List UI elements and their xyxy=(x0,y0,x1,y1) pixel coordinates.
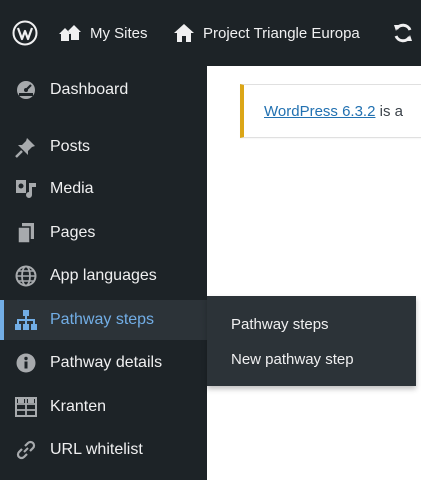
admin-bar: My Sites Project Triangle Europa xyxy=(0,0,421,66)
sidebar-item-label: Dashboard xyxy=(50,81,129,98)
sidebar-item-label: Media xyxy=(50,180,94,197)
sidebar-item-label: Kranten xyxy=(50,398,107,415)
sidebar-item-label: Posts xyxy=(50,138,91,155)
pages-icon xyxy=(14,221,38,245)
sidebar-item-label: Pages xyxy=(50,224,96,241)
sidebar-item-app-languages[interactable]: App languages xyxy=(0,256,207,296)
site-name-label: Project Triangle Europa xyxy=(203,24,360,42)
updates-button[interactable] xyxy=(392,20,414,46)
submenu-item-new-pathway-step[interactable]: New pathway step xyxy=(231,351,354,368)
home-icon xyxy=(174,24,194,42)
media-icon xyxy=(14,177,38,201)
my-sites-icon xyxy=(59,25,81,41)
wordpress-update-link[interactable]: WordPress 6.3.2 xyxy=(264,103,375,120)
update-notice: WordPress 6.3.2 is a xyxy=(240,84,421,138)
link-icon xyxy=(14,438,38,462)
info-icon xyxy=(14,351,38,375)
wordpress-logo-button[interactable] xyxy=(12,20,38,46)
sidebar-item-pathway-details[interactable]: Pathway details xyxy=(0,343,207,383)
admin-sidebar: Dashboard Posts Media Pages App language… xyxy=(0,66,207,480)
sidebar-item-label: App languages xyxy=(50,267,157,284)
main-content: WordPress 6.3.2 is a xyxy=(207,66,421,480)
sidebar-item-label: Pathway details xyxy=(50,354,163,371)
sidebar-item-posts[interactable]: Posts xyxy=(0,127,207,167)
pathway-steps-submenu: Pathway steps New pathway step xyxy=(207,296,416,386)
sidebar-item-kranten[interactable]: Kranten xyxy=(0,387,207,427)
updates-icon xyxy=(394,23,412,43)
site-name-menu[interactable]: Project Triangle Europa xyxy=(173,20,360,46)
update-notice-text: is a xyxy=(375,102,403,120)
sidebar-item-media[interactable]: Media xyxy=(0,169,207,209)
sidebar-item-pathway-steps[interactable]: Pathway steps xyxy=(0,300,207,340)
grid-icon xyxy=(14,395,38,419)
sidebar-item-url-whitelist[interactable]: URL whitelist xyxy=(0,430,207,470)
my-sites-label: My Sites xyxy=(90,24,148,42)
submenu-item-pathway-steps[interactable]: Pathway steps xyxy=(231,316,329,333)
wordpress-logo-icon xyxy=(12,20,38,46)
sidebar-item-label: URL whitelist xyxy=(50,441,143,458)
globe-icon xyxy=(14,264,38,288)
pushpin-icon xyxy=(14,135,38,159)
networking-icon xyxy=(14,308,38,332)
sidebar-item-dashboard[interactable]: Dashboard xyxy=(0,70,207,110)
sidebar-item-pages[interactable]: Pages xyxy=(0,213,207,253)
my-sites-menu[interactable]: My Sites xyxy=(58,20,148,46)
dashboard-icon xyxy=(14,78,38,102)
sidebar-item-label: Pathway steps xyxy=(50,311,155,328)
